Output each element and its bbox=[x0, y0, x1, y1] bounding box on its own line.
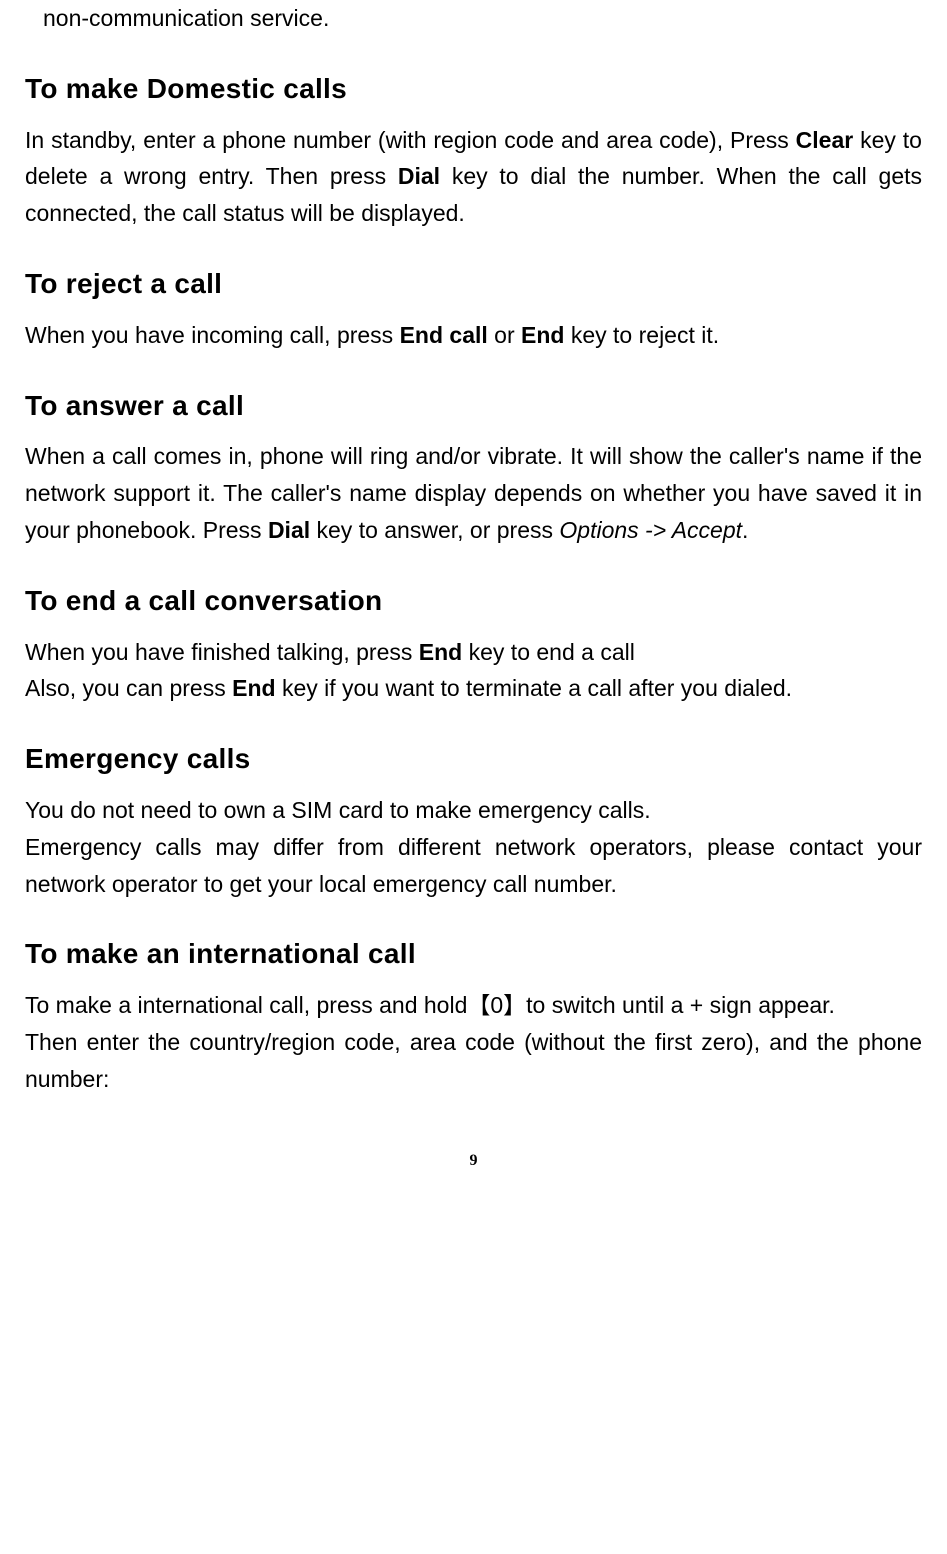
page-number: 9 bbox=[25, 1148, 922, 1174]
body-end-call: When you have finished talking, press En… bbox=[25, 634, 922, 708]
text-span: key to answer, or press bbox=[310, 517, 559, 543]
key-label-end: End bbox=[521, 322, 564, 348]
key-label-clear: Clear bbox=[796, 127, 854, 153]
emergency-line-1: You do not need to own a SIM card to mak… bbox=[25, 792, 922, 829]
heading-international-call: To make an international call bbox=[25, 932, 922, 977]
menu-path-options-accept: Options -> Accept bbox=[559, 517, 742, 543]
body-domestic-calls: In standby, enter a phone number (with r… bbox=[25, 122, 922, 232]
heading-emergency-calls: Emergency calls bbox=[25, 737, 922, 782]
text-span: key to end a call bbox=[462, 639, 635, 665]
text-span: or bbox=[488, 322, 521, 348]
heading-end-call: To end a call conversation bbox=[25, 579, 922, 624]
body-reject-call: When you have incoming call, press End c… bbox=[25, 317, 922, 354]
text-span: key to reject it. bbox=[564, 322, 719, 348]
text-span: In standby, enter a phone number (with r… bbox=[25, 127, 796, 153]
key-label-end: End bbox=[232, 675, 275, 701]
previous-page-fragment: non-communication service. bbox=[43, 0, 922, 37]
heading-domestic-calls: To make Domestic calls bbox=[25, 67, 922, 112]
text-span: . bbox=[742, 517, 748, 543]
text-span: When you have incoming call, press bbox=[25, 322, 400, 348]
text-span: key if you want to terminate a call afte… bbox=[276, 675, 793, 701]
key-label-end: End bbox=[419, 639, 462, 665]
body-emergency-calls: You do not need to own a SIM card to mak… bbox=[25, 792, 922, 902]
heading-answer-call: To answer a call bbox=[25, 384, 922, 429]
end-line-2: Also, you can press End key if you want … bbox=[25, 670, 922, 707]
emergency-line-2: Emergency calls may differ from differen… bbox=[25, 829, 922, 903]
end-line-1: When you have finished talking, press En… bbox=[25, 634, 922, 671]
international-line-2: Then enter the country/region code, area… bbox=[25, 1024, 922, 1098]
key-label-dial: Dial bbox=[398, 163, 440, 189]
body-international-call: To make a international call, press and … bbox=[25, 987, 922, 1097]
heading-reject-call: To reject a call bbox=[25, 262, 922, 307]
body-answer-call: When a call comes in, phone will ring an… bbox=[25, 438, 922, 548]
text-span: Also, you can press bbox=[25, 675, 232, 701]
text-span: When you have finished talking, press bbox=[25, 639, 419, 665]
international-line-1: To make a international call, press and … bbox=[25, 987, 922, 1024]
key-label-dial: Dial bbox=[268, 517, 310, 543]
key-label-end-call: End call bbox=[400, 322, 488, 348]
